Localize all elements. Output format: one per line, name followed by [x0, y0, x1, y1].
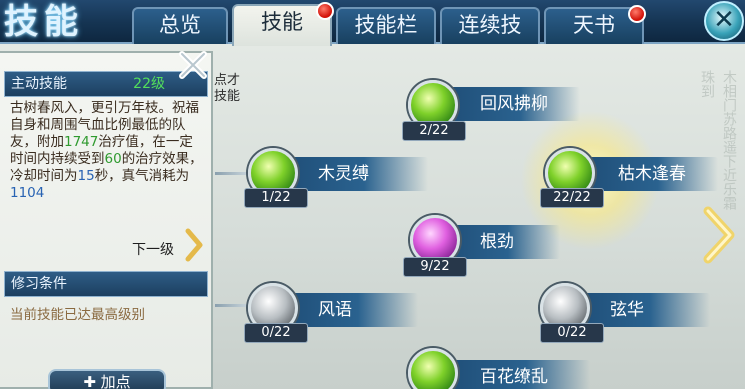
skill-points: 22/22 — [540, 188, 604, 208]
add-point-button[interactable]: ✚ 加点 — [48, 369, 166, 389]
tab-overview[interactable]: 总览 — [132, 7, 228, 44]
close-window-button[interactable]: ✕ — [704, 1, 744, 41]
tab-skills[interactable]: 技能 — [232, 2, 334, 46]
add-point-label: 加点 — [100, 373, 131, 389]
requirement-text: 当前技能已达最高级别 — [10, 307, 145, 323]
skill-description: 古树春风入，更引万年枝。祝福自身和周围气血比例最低的队友，附加1747治疗值，在… — [10, 100, 206, 202]
skill-type-label: 主动技能 — [11, 76, 67, 92]
chevron-right-icon[interactable] — [184, 228, 204, 262]
close-panel-icon[interactable] — [176, 48, 210, 82]
side-note-line: 点才 — [214, 73, 241, 88]
side-note: 点才 技能 — [214, 73, 240, 105]
tab-label: 连续技 — [458, 13, 522, 37]
tab-label: 技能栏 — [354, 13, 418, 37]
heal-value: 1747 — [64, 134, 99, 150]
skill-screen: 技能 总览 技能 技能栏 连续技 天书 ✕ 木相门苏路遥下近乐霜珠到 主动技能 … — [0, 0, 745, 389]
cooldown-value: 15 — [77, 168, 95, 184]
skill-points: 1/22 — [244, 188, 308, 208]
skill-points: 2/22 — [402, 121, 466, 141]
next-level-label[interactable]: 下一级 — [132, 239, 174, 259]
tab-skill-bar[interactable]: 技能栏 — [336, 7, 436, 44]
skill-level: 22级 — [133, 76, 165, 92]
tab-tianshu[interactable]: 天书 — [544, 5, 646, 44]
requirement-title: 修习条件 — [11, 276, 67, 292]
page-title: 技能 — [4, 2, 84, 42]
top-bar: 技能 总览 技能 技能栏 连续技 天书 ✕ — [0, 0, 745, 46]
flower-skill-icon — [408, 348, 458, 389]
tab-combo[interactable]: 连续技 — [440, 7, 540, 44]
hot-percent: 60 — [104, 151, 122, 167]
close-icon: ✕ — [713, 5, 735, 35]
notification-badge — [628, 5, 646, 23]
tab-label: 总览 — [159, 13, 201, 37]
plus-icon: ✚ — [83, 373, 101, 389]
skill-points: 9/22 — [403, 257, 467, 277]
notification-badge — [316, 2, 334, 20]
side-note-line: 技能 — [214, 89, 241, 104]
tab-label: 技能 — [261, 10, 303, 34]
next-page-arrow-icon[interactable] — [700, 205, 740, 265]
skill-points: 0/22 — [244, 323, 308, 343]
mana-cost-value: 1104 — [10, 185, 45, 201]
skill-points: 0/22 — [540, 323, 604, 343]
tab-label: 天书 — [573, 13, 615, 37]
desc-text: 秒，真气消耗为 — [94, 168, 190, 184]
requirement-header: 修习条件 — [4, 271, 208, 297]
